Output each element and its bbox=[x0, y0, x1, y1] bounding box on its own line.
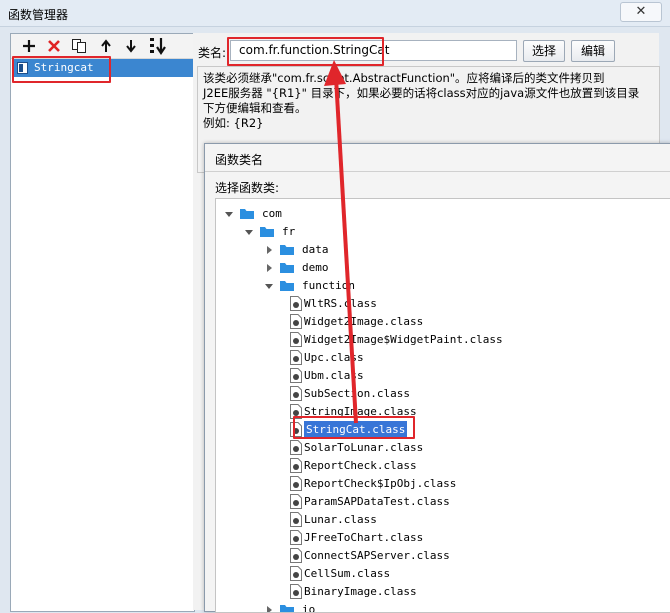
tree-node-label: SubSection.class bbox=[304, 387, 410, 400]
tree-node-label: Ubm.class bbox=[304, 369, 364, 382]
folder-icon bbox=[240, 208, 254, 219]
tree-node-label: Upc.class bbox=[304, 351, 364, 364]
move-up-icon[interactable] bbox=[96, 36, 116, 56]
description-line: 例如: {R2} bbox=[203, 116, 264, 130]
tree-file-node[interactable]: StringImage.class bbox=[216, 403, 666, 421]
tree-folder-node[interactable]: io bbox=[216, 601, 666, 613]
close-button[interactable]: ✕ bbox=[620, 2, 662, 22]
class-file-icon bbox=[290, 440, 302, 455]
collapse-arrow-icon[interactable] bbox=[264, 259, 274, 277]
tree-folder-node[interactable]: com bbox=[216, 205, 666, 223]
class-chooser-dialog: 函数类名 选择函数类: com fr data demo function WltRS.c… bbox=[204, 143, 670, 613]
tree-node-label: io bbox=[302, 603, 316, 613]
folder-icon bbox=[280, 604, 294, 612]
tree-file-node[interactable]: SubSection.class bbox=[216, 385, 666, 403]
class-file-icon bbox=[290, 314, 302, 329]
description-line: 该类必须继承"com.fr.script.AbstractFunction"。应… bbox=[203, 71, 605, 85]
tree-node-label: Widget2Image.class bbox=[304, 315, 424, 328]
tree-node-label: ConnectSAPServer.class bbox=[304, 549, 450, 562]
class-file-icon bbox=[290, 548, 302, 563]
class-file-icon bbox=[290, 368, 302, 383]
tree-file-node[interactable]: Lunar.class bbox=[216, 511, 666, 529]
tree-file-node[interactable]: StringCat.class bbox=[216, 421, 666, 439]
tree-file-node[interactable]: ReportCheck.class bbox=[216, 457, 666, 475]
dialog-divider bbox=[205, 171, 670, 172]
tree-node-label: WltRS.class bbox=[304, 297, 377, 310]
highlight-annotation bbox=[293, 416, 415, 439]
class-file-icon bbox=[290, 458, 302, 473]
expand-arrow-icon[interactable] bbox=[264, 277, 274, 295]
tree-node-label: function bbox=[302, 279, 355, 292]
edit-button[interactable]: 编辑 bbox=[571, 40, 615, 62]
tree-node-label: ReportCheck.class bbox=[304, 459, 417, 472]
copy-icon[interactable] bbox=[69, 36, 89, 56]
dialog-label: 选择函数类: bbox=[215, 181, 280, 195]
tree-file-node[interactable]: CellSum.class bbox=[216, 565, 666, 583]
class-file-icon bbox=[290, 386, 302, 401]
tree-folder-node[interactable]: data bbox=[216, 241, 666, 259]
class-file-icon bbox=[290, 296, 302, 311]
tree-node-label: Lunar.class bbox=[304, 513, 377, 526]
function-list-panel: Stringcat bbox=[10, 33, 195, 612]
highlight-annotation bbox=[12, 56, 111, 83]
tree-file-node[interactable]: SolarToLunar.class bbox=[216, 439, 666, 457]
class-name-label: 类名: bbox=[198, 46, 227, 60]
tree-node-label: demo bbox=[302, 261, 329, 274]
description-line: J2EE服务器 "{R1}" 目录下，如果必要的话将class对应的java源文… bbox=[203, 86, 640, 100]
tree-node-label: ParamSAPDataTest.class bbox=[304, 495, 450, 508]
tree-node-label: BinaryImage.class bbox=[304, 585, 417, 598]
dialog-title: 函数类名 bbox=[215, 153, 264, 167]
tree-node-label: com bbox=[262, 207, 282, 220]
delete-icon[interactable] bbox=[44, 36, 64, 56]
tree-file-node[interactable]: WltRS.class bbox=[216, 295, 666, 313]
select-button[interactable]: 选择 bbox=[523, 40, 565, 62]
tree-folder-node[interactable]: function bbox=[216, 277, 666, 295]
sort-icon[interactable] bbox=[148, 36, 168, 56]
tree-file-node[interactable]: JFreeToChart.class bbox=[216, 529, 666, 547]
class-tree[interactable]: com fr data demo function WltRS.class Widget2I… bbox=[215, 198, 670, 613]
tree-node-label: data bbox=[302, 243, 329, 256]
tree-file-node[interactable]: Widget2Image.class bbox=[216, 313, 666, 331]
tree-file-node[interactable]: ParamSAPDataTest.class bbox=[216, 493, 666, 511]
tree-node-label: JFreeToChart.class bbox=[304, 531, 424, 544]
collapse-arrow-icon[interactable] bbox=[264, 601, 274, 612]
tree-node-label: CellSum.class bbox=[304, 567, 391, 580]
description-text: 该类必须继承"com.fr.script.AbstractFunction"。应… bbox=[203, 71, 643, 131]
tree-file-node[interactable]: Upc.class bbox=[216, 349, 666, 367]
class-file-icon bbox=[290, 584, 302, 599]
title-bar: 函数管理器 ✕ bbox=[0, 0, 670, 27]
move-down-icon[interactable] bbox=[121, 36, 141, 56]
description-line: 下方便编辑和查看。 bbox=[203, 101, 307, 115]
tree-file-node[interactable]: Widget2Image$WidgetPaint.class bbox=[216, 331, 666, 349]
class-file-icon bbox=[290, 332, 302, 347]
tree-node-label: Widget2Image$WidgetPaint.class bbox=[304, 333, 503, 346]
class-file-icon bbox=[290, 512, 302, 527]
class-file-icon bbox=[290, 530, 302, 545]
add-icon[interactable] bbox=[19, 36, 39, 56]
tree-folder-node[interactable]: fr bbox=[216, 223, 666, 241]
class-file-icon bbox=[290, 566, 302, 581]
tree-file-node[interactable]: ReportCheck$IpObj.class bbox=[216, 475, 666, 493]
tree-node-label: SolarToLunar.class bbox=[304, 441, 424, 454]
expand-arrow-icon[interactable] bbox=[244, 223, 254, 241]
collapse-arrow-icon[interactable] bbox=[264, 241, 274, 259]
highlight-annotation bbox=[227, 37, 384, 66]
tree-file-node[interactable]: BinaryImage.class bbox=[216, 583, 666, 601]
tree-folder-node[interactable]: demo bbox=[216, 259, 666, 277]
expand-arrow-icon[interactable] bbox=[224, 205, 234, 223]
folder-icon bbox=[280, 280, 294, 291]
window-title: 函数管理器 bbox=[8, 8, 69, 22]
tree-file-node[interactable]: ConnectSAPServer.class bbox=[216, 547, 666, 565]
class-file-icon bbox=[290, 494, 302, 509]
folder-icon bbox=[260, 226, 274, 237]
tree-file-node[interactable]: Ubm.class bbox=[216, 367, 666, 385]
folder-icon bbox=[280, 262, 294, 273]
folder-icon bbox=[280, 244, 294, 255]
class-file-icon bbox=[290, 350, 302, 365]
tree-node-label: fr bbox=[282, 225, 296, 238]
class-file-icon bbox=[290, 476, 302, 491]
tree-node-label: ReportCheck$IpObj.class bbox=[304, 477, 457, 490]
